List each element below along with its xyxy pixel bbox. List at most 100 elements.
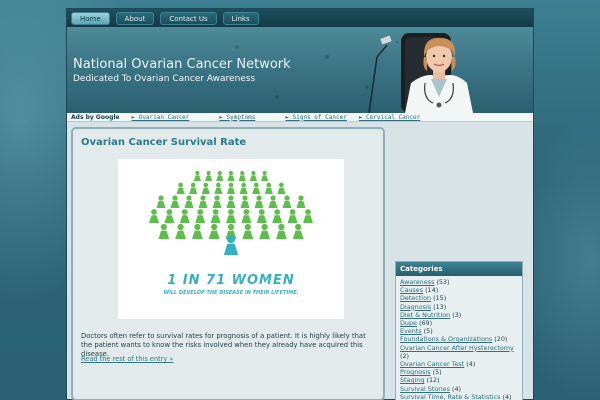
category-link[interactable]: Ovarian Cancer After Hysterectomy bbox=[400, 344, 514, 352]
category-count: (5) bbox=[421, 327, 433, 336]
ad-link-symptoms[interactable]: ► Symptoms bbox=[219, 114, 255, 121]
category-link[interactable]: Ovarian Cancer Test bbox=[400, 360, 464, 368]
category-item: Dupe (69) bbox=[400, 319, 518, 327]
feature-stat-text: 1 IN 71 WOMEN bbox=[167, 273, 295, 288]
green-woman-figure bbox=[256, 209, 267, 223]
green-woman-figure bbox=[254, 195, 264, 208]
green-woman-figure bbox=[164, 209, 175, 223]
categories-heading: Categories bbox=[396, 262, 522, 276]
ad-link-cervical-cancer[interactable]: ► Cervical Cancer bbox=[359, 114, 420, 121]
feature-stat-subtext: WILL DEVELOP THE DISEASE IN THEIR LIFETI… bbox=[163, 290, 299, 296]
category-link[interactable]: Survival Time, Rate & Statistics bbox=[400, 393, 500, 400]
category-item: Diet & Nutrition (3) bbox=[400, 311, 518, 319]
green-woman-figure bbox=[249, 170, 257, 181]
green-woman-figure bbox=[208, 223, 220, 239]
green-woman-figure bbox=[259, 223, 270, 239]
category-item: Foundations & Organizations (20) bbox=[400, 335, 518, 343]
category-item: Survival Stories (4) bbox=[400, 385, 518, 393]
green-woman-figure bbox=[195, 209, 206, 223]
category-link[interactable]: Detection bbox=[400, 294, 431, 302]
nav-about[interactable]: About bbox=[115, 11, 155, 25]
category-link[interactable]: Dupe bbox=[400, 319, 417, 327]
category-count: (2) bbox=[400, 351, 410, 360]
category-item: Diagnosis (13) bbox=[400, 303, 518, 311]
site-header: National Ovarian Cancer Network Dedicate… bbox=[67, 27, 533, 113]
site-container: Home About Contact Us Links National Ova… bbox=[66, 8, 534, 400]
green-woman-figure bbox=[212, 195, 222, 208]
green-woman-figure bbox=[264, 182, 273, 194]
ads-bar: Ads by Google ► Ovarian Cancer ► Symptom… bbox=[67, 113, 533, 122]
green-woman-figure bbox=[184, 195, 194, 208]
green-woman-figure bbox=[189, 182, 198, 194]
category-link[interactable]: Causes bbox=[400, 286, 423, 294]
green-woman-figure bbox=[303, 209, 313, 223]
main-content: Ovarian Cancer Survival Rate 1 IN 71 WOM… bbox=[71, 127, 385, 400]
green-woman-figure bbox=[179, 209, 190, 223]
ad-link-ovarian-cancer[interactable]: ► Ovarian Cancer bbox=[131, 114, 189, 121]
category-link[interactable]: Foundations & Organizations bbox=[400, 335, 492, 343]
sidebar: Categories Awareness (53) Causes (14) Dete… bbox=[393, 127, 525, 400]
category-count: (12) bbox=[424, 376, 440, 385]
green-woman-figure bbox=[226, 195, 236, 208]
green-woman-figure bbox=[282, 195, 292, 208]
category-count: (4) bbox=[464, 360, 476, 369]
green-woman-figure bbox=[252, 182, 261, 194]
green-woman-figure bbox=[239, 182, 248, 194]
green-woman-figure bbox=[261, 170, 269, 181]
category-count: (5) bbox=[430, 368, 442, 377]
green-woman-figure bbox=[226, 209, 236, 223]
category-count: (15) bbox=[431, 294, 447, 303]
nav-links[interactable]: Links bbox=[222, 11, 259, 25]
post-title[interactable]: Ovarian Cancer Survival Rate bbox=[81, 137, 246, 148]
category-item: Survival Time, Rate & Statistics (4) bbox=[400, 393, 518, 400]
green-woman-figure bbox=[216, 170, 224, 181]
green-woman-figure bbox=[272, 209, 283, 223]
green-woman-figure bbox=[277, 182, 286, 194]
green-woman-figure bbox=[193, 170, 201, 181]
green-woman-figure bbox=[149, 209, 159, 223]
category-count: (14) bbox=[423, 286, 439, 295]
green-woman-figure bbox=[227, 170, 235, 181]
doctor-photo bbox=[368, 33, 473, 113]
category-count: (4) bbox=[500, 392, 512, 400]
category-item: Awareness (53) bbox=[400, 278, 518, 286]
category-link[interactable]: Staging bbox=[400, 376, 424, 384]
green-woman-figure bbox=[170, 195, 180, 208]
category-link[interactable]: Survival Stories bbox=[400, 385, 450, 393]
highlighted-woman-figure bbox=[223, 234, 239, 255]
category-count: (20) bbox=[492, 335, 508, 344]
green-woman-figure bbox=[226, 182, 236, 194]
categories-list: Awareness (53) Causes (14) Detection (15) D… bbox=[396, 276, 522, 400]
category-item: Ovarian Cancer Test (4) bbox=[400, 360, 518, 368]
site-tagline: Dedicated To Ovarian Cancer Awareness bbox=[73, 74, 256, 84]
nav-contact-us[interactable]: Contact Us bbox=[160, 11, 217, 25]
green-woman-figure bbox=[240, 195, 250, 208]
green-woman-figure bbox=[198, 195, 208, 208]
category-item: Events (5) bbox=[400, 327, 518, 335]
green-woman-figure bbox=[205, 170, 213, 181]
ads-by-google-label[interactable]: Ads by Google bbox=[67, 114, 123, 121]
ad-link-signs-of-cancer[interactable]: ► Signs of Cancer bbox=[285, 114, 346, 121]
green-woman-figure bbox=[292, 223, 304, 239]
category-link[interactable]: Diagnosis bbox=[400, 303, 431, 311]
green-woman-figure bbox=[156, 195, 166, 208]
green-woman-figure bbox=[192, 223, 203, 239]
women-crowd-illustration bbox=[149, 170, 313, 255]
green-woman-figure bbox=[268, 195, 278, 208]
read-more-link[interactable]: Read the rest of this entry » bbox=[81, 355, 173, 363]
categories-widget: Categories Awareness (53) Causes (14) Dete… bbox=[395, 261, 523, 400]
category-item: Detection (15) bbox=[400, 294, 518, 302]
green-woman-figure bbox=[287, 209, 298, 223]
green-woman-figure bbox=[175, 223, 186, 239]
category-link[interactable]: Awareness bbox=[400, 278, 434, 286]
green-woman-figure bbox=[241, 209, 252, 223]
category-link[interactable]: Prognosis bbox=[400, 368, 431, 376]
category-link[interactable]: Diet & Nutrition bbox=[400, 311, 450, 319]
category-link[interactable]: Events bbox=[400, 327, 422, 335]
category-count: (69) bbox=[416, 319, 433, 328]
category-item: Staging (12) bbox=[400, 376, 518, 384]
site-title[interactable]: National Ovarian Cancer Network bbox=[73, 57, 291, 72]
nav-home[interactable]: Home bbox=[71, 11, 110, 25]
green-woman-figure bbox=[176, 182, 185, 194]
post-feature-image: 1 IN 71 WOMEN WILL DEVELOP THE DISEASE I… bbox=[118, 159, 344, 319]
